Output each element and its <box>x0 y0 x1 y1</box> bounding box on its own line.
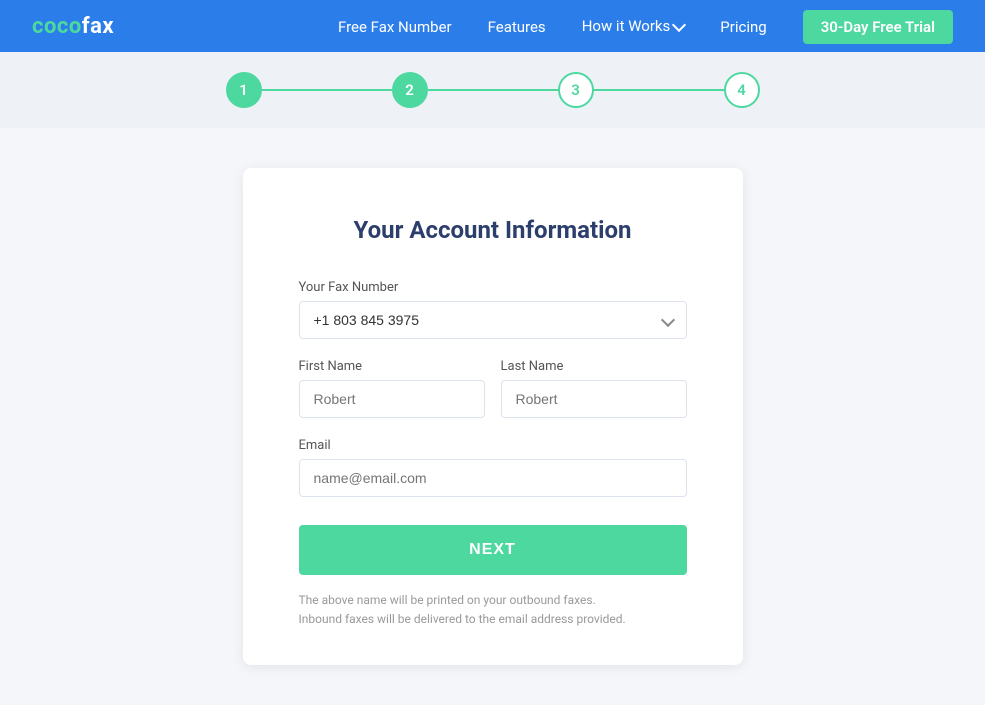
logo-prefix: coco <box>32 14 82 39</box>
nav-link-free-fax-number[interactable]: Free Fax Number <box>338 18 452 36</box>
last-name-field: Last Name <box>501 359 687 418</box>
form-title: Your Account Information <box>299 216 687 244</box>
trial-button[interactable]: 30-Day Free Trial <box>803 10 953 44</box>
last-name-label: Last Name <box>501 359 687 374</box>
form-note: The above name will be printed on your o… <box>299 591 687 629</box>
fax-number-label: Your Fax Number <box>299 280 687 295</box>
navbar: cocofax Free Fax Number Features How it … <box>0 0 985 52</box>
stepper-bar: 1 2 3 4 <box>0 52 985 128</box>
fax-number-select[interactable]: +1 803 845 3975 <box>299 301 687 339</box>
first-name-field: First Name <box>299 359 485 418</box>
next-button[interactable]: NEXT <box>299 525 687 575</box>
fax-number-select-wrapper: +1 803 845 3975 <box>299 301 687 339</box>
nav-link-how-it-works[interactable]: How it Works <box>582 17 685 35</box>
name-row: First Name Last Name <box>299 359 687 418</box>
step-4[interactable]: 4 <box>724 72 760 108</box>
fax-number-field: Your Fax Number +1 803 845 3975 <box>299 280 687 339</box>
email-field: Email <box>299 438 687 497</box>
step-3[interactable]: 3 <box>558 72 594 108</box>
first-name-input[interactable] <box>299 380 485 418</box>
step-line-1-2 <box>262 89 392 91</box>
last-name-input[interactable] <box>501 380 687 418</box>
logo-suffix: fax <box>82 14 114 39</box>
nav-link-pricing[interactable]: Pricing <box>720 18 766 36</box>
form-card: Your Account Information Your Fax Number… <box>243 168 743 665</box>
step-2[interactable]: 2 <box>392 72 428 108</box>
stepper: 1 2 3 4 <box>226 72 760 108</box>
first-name-label: First Name <box>299 359 485 374</box>
nav-link-features[interactable]: Features <box>488 18 546 36</box>
step-line-3-4 <box>594 89 724 91</box>
logo[interactable]: cocofax <box>32 14 114 39</box>
step-1[interactable]: 1 <box>226 72 262 108</box>
main-content: Your Account Information Your Fax Number… <box>0 128 985 705</box>
step-line-2-3 <box>428 89 558 91</box>
email-input[interactable] <box>299 459 687 497</box>
email-label: Email <box>299 438 687 453</box>
chevron-down-icon <box>672 17 686 31</box>
